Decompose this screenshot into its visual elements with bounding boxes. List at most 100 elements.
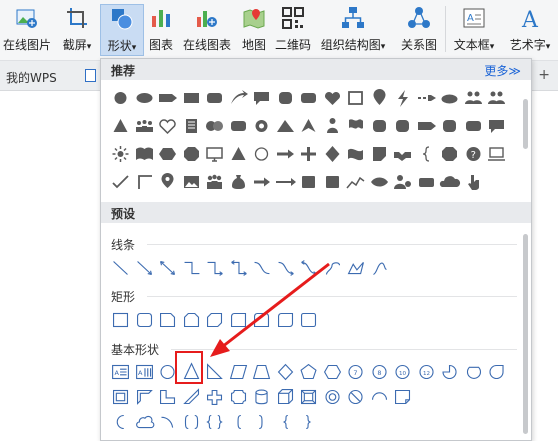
recommended-shape-plus[interactable] xyxy=(297,140,321,168)
basic-shape-b_moon[interactable] xyxy=(109,409,133,435)
basic-shape-b_bracepair[interactable] xyxy=(203,409,227,435)
recommended-shape-question[interactable]: ? xyxy=(462,140,486,168)
basic-shape-b_pent[interactable] xyxy=(297,359,321,385)
recommended-shape-pin[interactable] xyxy=(368,84,392,112)
recommended-shape-sunburst[interactable] xyxy=(109,140,133,168)
recommended-shape-callout[interactable] xyxy=(250,84,274,112)
basic-shape-b_corner[interactable] xyxy=(156,384,180,410)
basic-shape-b_cloud[interactable] xyxy=(133,409,157,435)
my-wps-tab[interactable]: 我的WPS xyxy=(6,69,57,86)
basic-shape-b_lbrace[interactable] xyxy=(274,409,298,435)
more-link[interactable]: 更多≫ xyxy=(484,62,521,79)
basic-shape-b_trap[interactable] xyxy=(250,359,274,385)
recommended-shape-bolt[interactable] xyxy=(391,84,415,112)
recommended-shape-callout[interactable] xyxy=(485,112,509,140)
recommended-shape-rrect[interactable] xyxy=(227,112,251,140)
basic-shape-b_bevel[interactable] xyxy=(297,384,321,410)
recommended-shape-hand[interactable] xyxy=(462,168,486,196)
wordart-button[interactable]: A 艺术字▾ xyxy=(502,4,558,56)
line-shape-ln3[interactable] xyxy=(156,255,180,281)
rectangle-shape-r7[interactable] xyxy=(250,307,274,333)
basic-shape-b_cube[interactable] xyxy=(274,384,298,410)
recommended-shape-mountain[interactable] xyxy=(274,112,298,140)
basic-shape-b_fold[interactable] xyxy=(391,384,415,410)
basic-shape-badge-0[interactable]: 7 xyxy=(344,359,368,385)
recommended-shape-markerpin[interactable] xyxy=(156,168,180,196)
recommended-shape-people[interactable] xyxy=(485,84,509,112)
recommended-shape-pentarrow[interactable] xyxy=(156,84,180,112)
recommended-shape-crowd[interactable] xyxy=(133,112,157,140)
recommended-shape-cloud[interactable] xyxy=(438,84,462,112)
line-shape-ln11[interactable] xyxy=(344,255,368,281)
textbox-button[interactable]: A 文本框▾ xyxy=(449,4,499,56)
line-shape-ln9[interactable] xyxy=(297,255,321,281)
rectangle-shape-r9[interactable] xyxy=(297,307,321,333)
line-shape-ln10[interactable] xyxy=(321,255,345,281)
recommended-shape-person[interactable] xyxy=(321,112,345,140)
line-shape-ln4[interactable] xyxy=(180,255,204,281)
recommended-shape-linechart[interactable] xyxy=(344,168,368,196)
basic-shape-b_diagstripe[interactable] xyxy=(180,384,204,410)
basic-shape-b_arc[interactable] xyxy=(368,384,392,410)
basic-shape-b_pie[interactable] xyxy=(438,359,462,385)
basic-shape-b_rbracket[interactable] xyxy=(250,409,274,435)
recommended-shape-flatrect[interactable] xyxy=(415,168,439,196)
line-shape-ln1[interactable] xyxy=(109,255,133,281)
recommended-shape-rrect[interactable] xyxy=(462,112,486,140)
presets-scrollbar[interactable] xyxy=(523,234,528,434)
recommended-shape-tri[interactable] xyxy=(109,112,133,140)
basic-shape-b_donut[interactable] xyxy=(321,384,345,410)
basic-shape-b_plaque[interactable] xyxy=(227,384,251,410)
recommended-shape-pentarrow[interactable] xyxy=(415,112,439,140)
org-chart-button[interactable]: 组织结构图▾ xyxy=(316,4,390,56)
basic-shape-b_diamond[interactable] xyxy=(274,359,298,385)
basic-shape-b_chord[interactable] xyxy=(462,359,486,385)
basic-shape-b_text[interactable]: A xyxy=(109,359,133,385)
line-shape-ln8[interactable] xyxy=(274,255,298,281)
line-shape-ln2[interactable] xyxy=(133,255,157,281)
recommended-shape-square[interactable] xyxy=(321,168,345,196)
basic-shape-b_vtext[interactable]: A xyxy=(133,359,157,385)
recommended-shape-persongear[interactable] xyxy=(391,168,415,196)
recommended-shape-brace[interactable] xyxy=(415,140,439,168)
recommended-shape-arrowright2[interactable] xyxy=(250,168,274,196)
basic-shape-b_arc2[interactable] xyxy=(156,409,180,435)
rectangle-shape-r3[interactable] xyxy=(156,307,180,333)
recommended-shape-hexagon[interactable] xyxy=(156,140,180,168)
basic-shape-b_tear[interactable] xyxy=(485,359,509,385)
rectangle-shape-r2[interactable] xyxy=(133,307,157,333)
recommended-shape-octoutline[interactable] xyxy=(438,140,462,168)
recommended-shape-curvearrow[interactable] xyxy=(227,84,251,112)
recommended-shape-gear[interactable] xyxy=(250,112,274,140)
recommended-shape-circle[interactable] xyxy=(109,84,133,112)
basic-shape-b_cross[interactable] xyxy=(203,384,227,410)
basic-shape-b_para[interactable] xyxy=(227,359,251,385)
recommended-shape-octagon[interactable] xyxy=(180,140,204,168)
recommended-shape-dasharrow[interactable] xyxy=(415,84,439,112)
recommended-shape-rightarrow[interactable] xyxy=(274,140,298,168)
recommended-shape-fold[interactable] xyxy=(368,140,392,168)
recommended-shape-eye[interactable] xyxy=(368,168,392,196)
recommended-shape-image[interactable] xyxy=(180,168,204,196)
chart-button[interactable]: 图表 xyxy=(146,4,176,56)
recommended-shape-heartoutline[interactable] xyxy=(156,112,180,140)
recommended-shape-sqoutline[interactable] xyxy=(344,84,368,112)
basic-shape-b_bracketpair[interactable] xyxy=(180,409,204,435)
recommended-shape-roundsq[interactable] xyxy=(274,84,298,112)
online-chart-button[interactable]: 在线图表 xyxy=(179,4,235,56)
recommended-shape-arrowhead[interactable] xyxy=(297,112,321,140)
recommended-shape-coins[interactable] xyxy=(203,112,227,140)
recommended-shape-check[interactable] xyxy=(109,168,133,196)
line-shape-ln6[interactable] xyxy=(227,255,251,281)
recommended-shape-handshake[interactable] xyxy=(391,140,415,168)
recommended-shape-rect[interactable] xyxy=(180,84,204,112)
rectangle-shape-r8[interactable] xyxy=(274,307,298,333)
basic-shape-b_lbracket[interactable] xyxy=(227,409,251,435)
recommended-shape-lshape[interactable] xyxy=(133,168,157,196)
basic-shape-badge-3[interactable]: 12 xyxy=(415,359,439,385)
recommended-shape-team[interactable] xyxy=(203,168,227,196)
map-button[interactable]: 地图 xyxy=(238,4,270,56)
rectangle-shape-r4[interactable] xyxy=(180,307,204,333)
recommended-shape-ellipse[interactable] xyxy=(133,84,157,112)
basic-shape-b_rtri[interactable] xyxy=(203,359,227,385)
